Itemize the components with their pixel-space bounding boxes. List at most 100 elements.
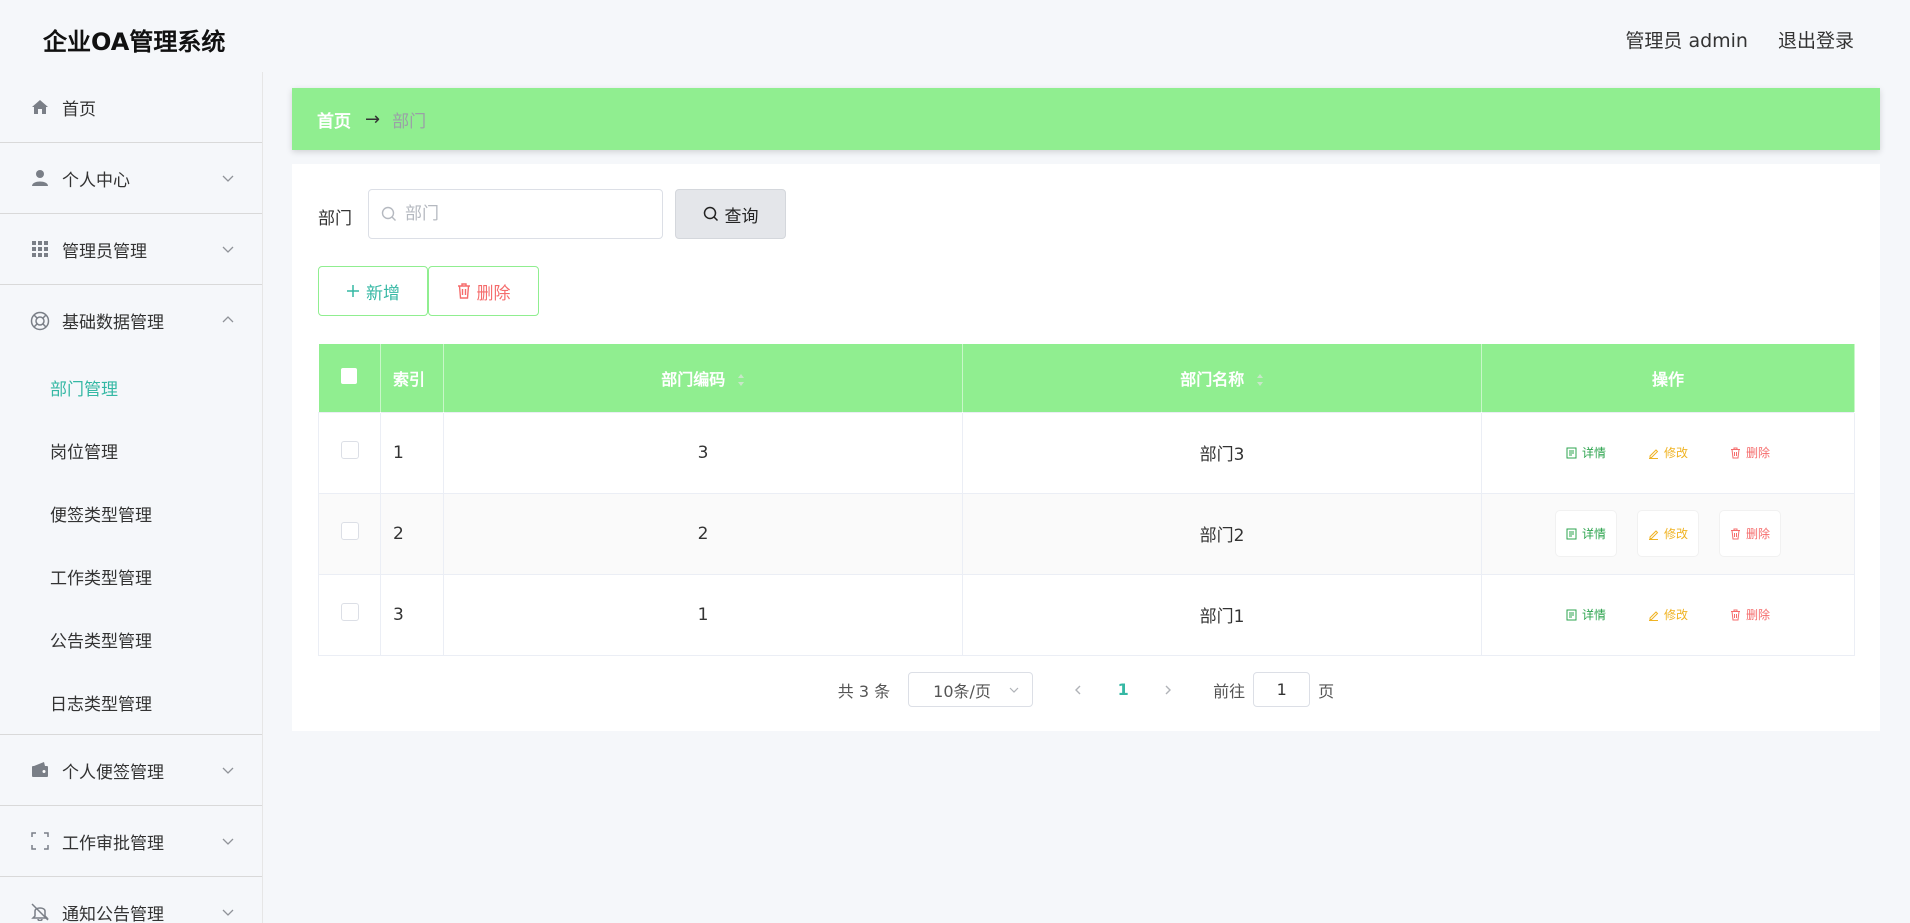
grid-icon	[30, 239, 50, 259]
submenu-item-department[interactable]: 部门管理	[0, 356, 262, 419]
row-select-cell	[318, 411, 381, 494]
sidebar-item-personal-notes[interactable]: 个人便签管理	[0, 735, 262, 806]
sidebar-item-label: 首页	[62, 99, 96, 120]
cell-ops: 详情 修改 删除	[1481, 492, 1855, 575]
batch-delete-label: 删除	[476, 283, 511, 304]
cell-name: 部门3	[962, 411, 1482, 494]
sidebar-item-home[interactable]: 首页	[0, 72, 262, 143]
column-header-name[interactable]: 部门名称	[962, 344, 1482, 412]
trash-icon	[1731, 528, 1740, 539]
detail-label: 详情	[1581, 446, 1606, 460]
pencil-icon	[1648, 448, 1659, 459]
submenu-item-note-type[interactable]: 便签类型管理	[0, 482, 262, 545]
submenu-item-log-type[interactable]: 日志类型管理	[0, 671, 262, 734]
cell-code: 1	[443, 573, 963, 656]
breadcrumb-current: 部门	[392, 111, 427, 132]
total-count: 共 3 条	[837, 681, 891, 701]
cell-ops: 详情 修改 删除	[1481, 411, 1855, 494]
row-select-cell	[318, 492, 381, 575]
top-header: 企业OA管理系统 管理员 admin 退出登录	[0, 0, 1910, 72]
current-user[interactable]: 管理员 admin	[1625, 26, 1748, 53]
edit-label: 修改	[1663, 527, 1688, 541]
trash-icon	[1731, 609, 1740, 620]
lifebuoy-icon	[30, 311, 50, 331]
row-checkbox[interactable]	[340, 522, 359, 540]
search-icon	[381, 206, 396, 221]
page-size-select[interactable]: 10条/页	[908, 672, 1034, 707]
breadcrumb-home[interactable]: 首页	[317, 107, 351, 132]
app-title: 企业OA管理系统	[43, 28, 226, 56]
add-button-label: 新增	[366, 283, 400, 304]
edit-button[interactable]: 修改	[1637, 511, 1698, 556]
sidebar-item-label: 管理员管理	[62, 241, 147, 262]
submenu-item-notice-type[interactable]: 公告类型管理	[0, 608, 262, 671]
logout-link[interactable]: 退出登录	[1778, 26, 1854, 53]
trash-icon	[457, 283, 470, 299]
pagination: 共 3 条 10条/页 1 前往 页	[292, 672, 1880, 707]
plus-icon	[347, 285, 359, 297]
header-user-area: 管理员 admin 退出登录	[1625, 26, 1854, 53]
edit-button[interactable]: 修改	[1638, 592, 1698, 637]
submenu-item-position[interactable]: 岗位管理	[0, 419, 262, 482]
delete-button[interactable]: 删除	[1720, 430, 1780, 475]
chevron-down-icon	[222, 767, 234, 774]
next-page-button[interactable]	[1153, 675, 1183, 705]
submenu-item-work-type[interactable]: 工作类型管理	[0, 545, 262, 608]
sidebar-item-admin-management[interactable]: 管理员管理	[0, 214, 262, 285]
detail-button[interactable]: 详情	[1555, 511, 1616, 556]
row-select-cell	[318, 573, 381, 656]
prev-page-button[interactable]	[1063, 675, 1093, 705]
pencil-icon	[1648, 610, 1659, 621]
batch-delete-button[interactable]: 删除	[428, 266, 539, 316]
search-icon	[703, 206, 718, 222]
delete-button[interactable]: 删除	[1720, 511, 1781, 556]
sort-icon[interactable]	[737, 373, 745, 387]
select-all-checkbox[interactable]	[341, 367, 358, 384]
delete-label: 删除	[1746, 527, 1771, 541]
cell-ops: 详情 修改 删除	[1481, 573, 1855, 656]
column-header-index: 索引	[380, 344, 444, 412]
search-input[interactable]	[405, 204, 645, 224]
cell-code: 3	[443, 411, 963, 494]
sidebar-item-work-approval[interactable]: 工作审批管理	[0, 806, 262, 877]
column-header-code-label: 部门编码	[661, 369, 726, 389]
cell-index: 1	[380, 411, 444, 494]
table-row: 3 1 部门1 详情 修改 删除	[318, 573, 1855, 656]
cell-index: 3	[380, 573, 444, 656]
chevron-down-icon	[222, 909, 234, 916]
document-icon	[1566, 447, 1577, 458]
column-header-code[interactable]: 部门编码	[443, 344, 963, 412]
edit-label: 修改	[1663, 446, 1688, 460]
search-field[interactable]	[368, 189, 663, 239]
sidebar-item-personal-center[interactable]: 个人中心	[0, 143, 262, 214]
delete-label: 删除	[1746, 446, 1771, 460]
query-button[interactable]: 查询	[675, 189, 786, 239]
chevron-down-icon	[222, 246, 234, 253]
chevron-down-icon	[222, 838, 234, 845]
column-header-name-label: 部门名称	[1180, 369, 1245, 389]
arrow-right-icon: →	[365, 108, 381, 130]
cell-index: 2	[380, 492, 444, 575]
row-checkbox[interactable]	[340, 603, 359, 621]
breadcrumb: 首页 → 部门	[292, 88, 1880, 150]
cell-name: 部门1	[962, 573, 1482, 656]
goto-page-input[interactable]	[1253, 672, 1311, 707]
query-button-label: 查询	[724, 206, 759, 227]
detail-button[interactable]: 详情	[1556, 592, 1616, 637]
delete-label: 删除	[1746, 608, 1771, 622]
sidebar-item-notice-management[interactable]: 通知公告管理	[0, 877, 262, 923]
sidebar-item-basic-data[interactable]: 基础数据管理	[0, 285, 262, 356]
edit-button[interactable]: 修改	[1638, 430, 1698, 475]
row-checkbox[interactable]	[340, 441, 359, 459]
add-button[interactable]: 新增	[318, 266, 428, 316]
user-icon	[30, 168, 50, 188]
frame-icon	[30, 831, 50, 851]
detail-label: 详情	[1581, 527, 1606, 541]
detail-button[interactable]: 详情	[1556, 430, 1616, 475]
page-number-current[interactable]: 1	[1093, 680, 1153, 699]
goto-label: 前往	[1213, 681, 1246, 701]
table-header-row: 索引 部门编码 部门名称 操作	[318, 344, 1855, 412]
sidebar-item-label: 通知公告管理	[62, 904, 164, 923]
sort-icon[interactable]	[1256, 373, 1264, 387]
delete-button[interactable]: 删除	[1720, 592, 1780, 637]
